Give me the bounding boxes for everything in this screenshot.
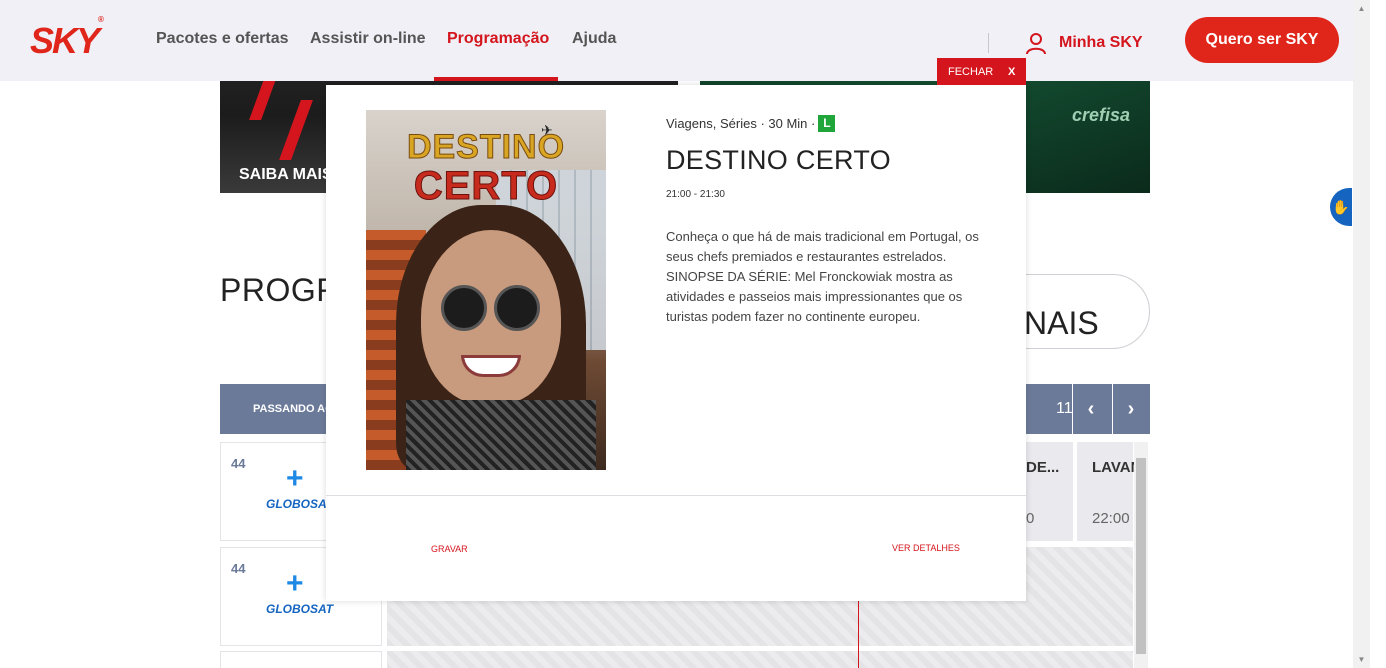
channel-logo: GLOBOSAT [266,497,334,511]
program-time-range: 21:00 - 21:30 [666,189,725,200]
page-scrollbar[interactable]: ▲ ▼ [1353,0,1370,668]
channel-number: 44 [231,561,246,576]
view-details-button[interactable]: VER DETALHES [892,543,960,553]
page-number: 11 [1056,400,1073,417]
nav-programacao[interactable]: Programação [447,30,549,48]
header-divider [988,33,989,53]
passando-agora-label[interactable]: PASSANDO AG [253,403,334,415]
accessibility-hand-icon[interactable]: ✋ [1330,188,1352,226]
channel-logo: GLOBOSAT [266,602,334,616]
close-icon: X [1008,66,1016,78]
active-nav-indicator [434,77,558,81]
globosat-plus-icon: + [286,567,304,600]
scroll-up-icon[interactable]: ▲ [1353,0,1370,17]
program-description: Conheça o que há de mais tradicional em … [666,229,979,324]
nav-assistir[interactable]: Assistir on-line [310,30,426,48]
banner-sponsor-text: crefisa [1072,105,1131,125]
next-arrow-button[interactable]: › [1112,384,1149,434]
modal-divider [326,495,1026,496]
program-genre: Viagens, Séries [666,116,757,131]
site-header: SKY® Pacotes e ofertas Assistir on-line … [0,0,1353,81]
section-title: PROGR [220,272,340,308]
program-detail-modal: ✈ DESTINO CERTO Viagens, Séries · 30 Min… [326,85,1026,601]
channels-pill-label: NAIS [1024,305,1099,341]
rating-badge: L [818,115,836,132]
unavailable-slot [387,651,1133,668]
poster-title-line2: CERTO [413,164,559,209]
record-button[interactable]: GRAVAR [431,544,468,554]
poster-title-line1: DESTINO [406,128,566,167]
banner-stripe [279,100,313,160]
chevron-right-icon: › [1127,397,1135,420]
program-time: 22:00 [1092,510,1130,527]
sky-logo[interactable]: SKY® [30,15,104,62]
scroll-down-icon[interactable]: ▼ [1353,651,1370,668]
current-time-line [858,600,859,668]
nav-ajuda[interactable]: Ajuda [572,30,616,48]
saiba-mais-link[interactable]: SAIBA MAIS [239,166,333,184]
guide-scrollbar-thumb[interactable] [1136,458,1146,654]
nav-pacotes[interactable]: Pacotes e ofertas [156,30,289,48]
close-modal-button[interactable]: FECHAR X [937,58,1026,85]
program-meta: Viagens, Séries · 30 Min · L [666,115,836,132]
chevron-left-icon: ‹ [1087,397,1095,420]
program-poster: ✈ DESTINO CERTO [366,110,606,470]
prev-arrow-button[interactable]: ‹ [1072,384,1109,434]
user-icon[interactable] [1024,31,1048,55]
program-title: DESTINO CERTO [666,145,891,175]
minha-sky-link[interactable]: Minha SKY [1059,34,1143,52]
quero-ser-sky-button[interactable]: Quero ser SKY [1185,17,1339,63]
program-name: DE... [1026,459,1060,476]
channel-number: 44 [231,456,246,471]
program-time: 0 [1026,510,1035,527]
globosat-plus-icon: + [286,462,304,495]
close-label: FECHAR [948,66,994,78]
channel-cell[interactable] [220,651,382,668]
program-duration: 30 Min [768,116,808,131]
